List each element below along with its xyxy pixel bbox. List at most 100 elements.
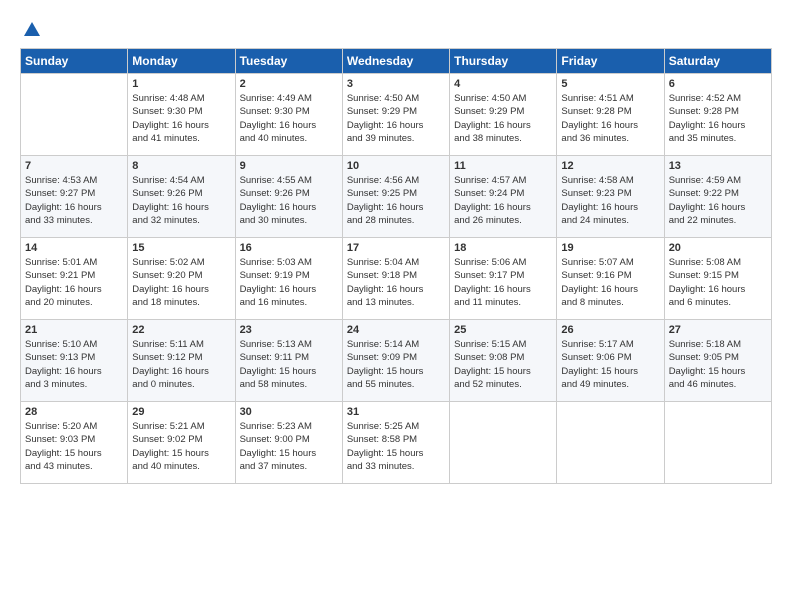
table-row: 1 Sunrise: 4:48 AM Sunset: 9:30 PM Daylig…: [128, 74, 235, 156]
calendar-body: 1 Sunrise: 4:48 AM Sunset: 9:30 PM Daylig…: [21, 74, 772, 484]
table-row: 15Sunrise: 5:02 AM Sunset: 9:20 PM Dayli…: [128, 238, 235, 320]
day-info: Sunrise: 5:10 AM Sunset: 9:13 PM Dayligh…: [25, 338, 123, 391]
day-number: 1: [132, 78, 230, 90]
table-row: 22 Sunrise: 5:11 AM Sunset: 9:12 PM Dayli…: [128, 320, 235, 402]
day-number: 4: [454, 78, 552, 90]
calendar-week-row: 14 Sunrise: 5:01 AM Sunset: 9:21 PM Dayli…: [21, 238, 772, 320]
table-row: 4 Sunrise: 4:50 AM Sunset: 9:29 PM Daylig…: [450, 74, 557, 156]
day-number: 16: [240, 242, 338, 254]
day-info: Sunrise: 5:25 AM Sunset: 8:58 PM Dayligh…: [347, 420, 445, 473]
day-info: Sunrise: 5:07 AM Sunset: 9:16 PM Dayligh…: [561, 256, 659, 309]
col-monday: Monday: [128, 49, 235, 74]
header: [20, 16, 772, 40]
table-row: 24Sunrise: 5:14 AM Sunset: 9:09 PM Dayli…: [342, 320, 449, 402]
day-info: Sunrise: 4:58 AM Sunset: 9:23 PM Dayligh…: [561, 174, 659, 227]
table-row: 31 Sunrise: 5:25 AM Sunset: 8:58 PM Dayli…: [342, 402, 449, 484]
day-number: 15: [132, 242, 230, 254]
day-info: Sunrise: 4:50 AM Sunset: 9:29 PM Dayligh…: [454, 92, 552, 145]
day-number: 22: [132, 324, 230, 336]
day-number: 25: [454, 324, 552, 336]
calendar-table: Sunday Monday Tuesday Wednesday Thursday…: [20, 48, 772, 484]
day-number: 6: [669, 78, 767, 90]
day-info: Sunrise: 4:51 AM Sunset: 9:28 PM Dayligh…: [561, 92, 659, 145]
day-info: Sunrise: 5:23 AM Sunset: 9:00 PM Dayligh…: [240, 420, 338, 473]
day-info: Sunrise: 4:48 AM Sunset: 9:30 PM Dayligh…: [132, 92, 230, 145]
table-row: 30 Sunrise: 5:23 AM Sunset: 9:00 PM Dayli…: [235, 402, 342, 484]
day-number: 17: [347, 242, 445, 254]
day-number: 19: [561, 242, 659, 254]
table-row: 14 Sunrise: 5:01 AM Sunset: 9:21 PM Dayli…: [21, 238, 128, 320]
day-info: Sunrise: 5:15 AM Sunset: 9:08 PM Dayligh…: [454, 338, 552, 391]
day-number: 27: [669, 324, 767, 336]
table-row: 17Sunrise: 5:04 AM Sunset: 9:18 PM Dayli…: [342, 238, 449, 320]
table-row: 28 Sunrise: 5:20 AM Sunset: 9:03 PM Dayli…: [21, 402, 128, 484]
calendar-week-row: 1 Sunrise: 4:48 AM Sunset: 9:30 PM Daylig…: [21, 74, 772, 156]
table-row: 6 Sunrise: 4:52 AM Sunset: 9:28 PM Daylig…: [664, 74, 771, 156]
day-number: 2: [240, 78, 338, 90]
table-row: 13 Sunrise: 4:59 AM Sunset: 9:22 PM Dayli…: [664, 156, 771, 238]
table-row: 26 Sunrise: 5:17 AM Sunset: 9:06 PM Dayli…: [557, 320, 664, 402]
main-container: Sunday Monday Tuesday Wednesday Thursday…: [0, 0, 792, 494]
day-number: 9: [240, 160, 338, 172]
day-info: Sunrise: 4:50 AM Sunset: 9:29 PM Dayligh…: [347, 92, 445, 145]
day-info: Sunrise: 4:52 AM Sunset: 9:28 PM Dayligh…: [669, 92, 767, 145]
day-info: Sunrise: 4:53 AM Sunset: 9:27 PM Dayligh…: [25, 174, 123, 227]
calendar-week-row: 7Sunrise: 4:53 AM Sunset: 9:27 PM Daylig…: [21, 156, 772, 238]
table-row: 16 Sunrise: 5:03 AM Sunset: 9:19 PM Dayli…: [235, 238, 342, 320]
day-number: 24: [347, 324, 445, 336]
day-number: 29: [132, 406, 230, 418]
day-info: Sunrise: 5:11 AM Sunset: 9:12 PM Dayligh…: [132, 338, 230, 391]
table-row: 7Sunrise: 4:53 AM Sunset: 9:27 PM Daylig…: [21, 156, 128, 238]
day-info: Sunrise: 5:17 AM Sunset: 9:06 PM Dayligh…: [561, 338, 659, 391]
table-row: 23 Sunrise: 5:13 AM Sunset: 9:11 PM Dayli…: [235, 320, 342, 402]
col-friday: Friday: [557, 49, 664, 74]
day-info: Sunrise: 5:13 AM Sunset: 9:11 PM Dayligh…: [240, 338, 338, 391]
day-number: 30: [240, 406, 338, 418]
day-info: Sunrise: 4:57 AM Sunset: 9:24 PM Dayligh…: [454, 174, 552, 227]
day-info: Sunrise: 4:59 AM Sunset: 9:22 PM Dayligh…: [669, 174, 767, 227]
day-number: 13: [669, 160, 767, 172]
day-info: Sunrise: 4:54 AM Sunset: 9:26 PM Dayligh…: [132, 174, 230, 227]
table-row: 3Sunrise: 4:50 AM Sunset: 9:29 PM Daylig…: [342, 74, 449, 156]
day-info: Sunrise: 5:20 AM Sunset: 9:03 PM Dayligh…: [25, 420, 123, 473]
day-info: Sunrise: 5:01 AM Sunset: 9:21 PM Dayligh…: [25, 256, 123, 309]
calendar-week-row: 21 Sunrise: 5:10 AM Sunset: 9:13 PM Dayli…: [21, 320, 772, 402]
day-info: Sunrise: 5:18 AM Sunset: 9:05 PM Dayligh…: [669, 338, 767, 391]
col-wednesday: Wednesday: [342, 49, 449, 74]
day-info: Sunrise: 4:55 AM Sunset: 9:26 PM Dayligh…: [240, 174, 338, 227]
day-info: Sunrise: 5:03 AM Sunset: 9:19 PM Dayligh…: [240, 256, 338, 309]
day-info: Sunrise: 5:21 AM Sunset: 9:02 PM Dayligh…: [132, 420, 230, 473]
table-row: 5 Sunrise: 4:51 AM Sunset: 9:28 PM Daylig…: [557, 74, 664, 156]
day-number: 21: [25, 324, 123, 336]
table-row: 19 Sunrise: 5:07 AM Sunset: 9:16 PM Dayli…: [557, 238, 664, 320]
logo: [20, 20, 42, 40]
day-number: 20: [669, 242, 767, 254]
calendar-header-row: Sunday Monday Tuesday Wednesday Thursday…: [21, 49, 772, 74]
day-info: Sunrise: 4:56 AM Sunset: 9:25 PM Dayligh…: [347, 174, 445, 227]
day-number: 10: [347, 160, 445, 172]
table-row: 8 Sunrise: 4:54 AM Sunset: 9:26 PM Daylig…: [128, 156, 235, 238]
day-number: 14: [25, 242, 123, 254]
table-row: 21 Sunrise: 5:10 AM Sunset: 9:13 PM Dayli…: [21, 320, 128, 402]
day-number: 31: [347, 406, 445, 418]
day-number: 5: [561, 78, 659, 90]
day-number: 18: [454, 242, 552, 254]
table-row: 11 Sunrise: 4:57 AM Sunset: 9:24 PM Dayli…: [450, 156, 557, 238]
table-row: 20Sunrise: 5:08 AM Sunset: 9:15 PM Dayli…: [664, 238, 771, 320]
day-number: 28: [25, 406, 123, 418]
table-row: [21, 74, 128, 156]
calendar-week-row: 28 Sunrise: 5:20 AM Sunset: 9:03 PM Dayli…: [21, 402, 772, 484]
day-info: Sunrise: 4:49 AM Sunset: 9:30 PM Dayligh…: [240, 92, 338, 145]
table-row: 9 Sunrise: 4:55 AM Sunset: 9:26 PM Daylig…: [235, 156, 342, 238]
table-row: 29 Sunrise: 5:21 AM Sunset: 9:02 PM Dayli…: [128, 402, 235, 484]
table-row: [450, 402, 557, 484]
table-row: 27 Sunrise: 5:18 AM Sunset: 9:05 PM Dayli…: [664, 320, 771, 402]
day-number: 11: [454, 160, 552, 172]
day-number: 8: [132, 160, 230, 172]
day-number: 23: [240, 324, 338, 336]
col-sunday: Sunday: [21, 49, 128, 74]
col-tuesday: Tuesday: [235, 49, 342, 74]
day-number: 12: [561, 160, 659, 172]
day-number: 26: [561, 324, 659, 336]
col-thursday: Thursday: [450, 49, 557, 74]
